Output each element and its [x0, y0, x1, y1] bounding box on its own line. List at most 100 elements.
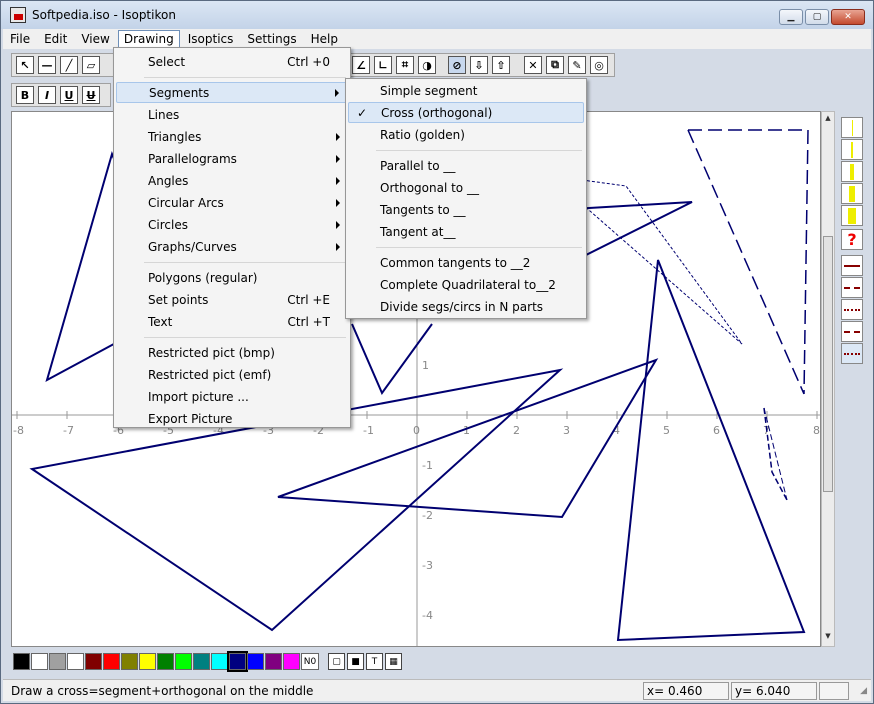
- color-swatch[interactable]: [157, 653, 174, 670]
- menu-item-select[interactable]: Select Ctrl +0: [116, 51, 348, 72]
- menu-item-text[interactable]: Text Ctrl +T: [116, 311, 348, 332]
- menu-item-parallelograms[interactable]: Parallelograms: [116, 148, 348, 169]
- dotted-shape[interactable]: [581, 203, 743, 345]
- menu-item-angles[interactable]: Angles: [116, 170, 348, 191]
- menu-item-label: Triangles: [148, 129, 202, 144]
- line-width-5-icon[interactable]: [841, 205, 863, 226]
- text-frame-icon[interactable]: T: [366, 653, 383, 670]
- maximize-icon[interactable]: ▢: [805, 9, 829, 25]
- menu-view[interactable]: View: [74, 30, 116, 48]
- title-bar[interactable]: Softpedia.iso - Isoptikon ▁ ▢ ✕: [1, 1, 873, 29]
- color-swatch[interactable]: [175, 653, 192, 670]
- dotted-line-icon[interactable]: [841, 299, 863, 320]
- menu-item-tangent-at[interactable]: Tangent at__: [348, 221, 584, 242]
- color-swatch[interactable]: [49, 653, 66, 670]
- menu-item-set-points[interactable]: Set points Ctrl +E: [116, 289, 348, 310]
- resize-grip-icon[interactable]: ◢: [860, 686, 867, 696]
- color-swatch[interactable]: [227, 651, 248, 672]
- menu-item-label: Tangent at__: [380, 224, 456, 239]
- scroll-down-icon[interactable]: ▼: [823, 632, 833, 644]
- move-down-icon[interactable]: ⇩: [470, 56, 488, 74]
- app-icon[interactable]: [10, 7, 26, 23]
- edit-tool-icon[interactable]: ✎: [568, 56, 586, 74]
- color-swatch[interactable]: [13, 653, 30, 670]
- dashed-shape[interactable]: [687, 129, 805, 395]
- picture-frame-icon[interactable]: ▦: [385, 653, 402, 670]
- solid-line-icon[interactable]: [841, 255, 863, 276]
- isoptic-tool-icon[interactable]: ⊘: [448, 56, 466, 74]
- close-icon[interactable]: ✕: [831, 9, 865, 25]
- color-swatch[interactable]: [283, 653, 300, 670]
- menu-item-tangents-to[interactable]: Tangents to __: [348, 199, 584, 220]
- menu-item-restricted-pict-bmp[interactable]: Restricted pict (bmp): [116, 342, 348, 363]
- underline-button[interactable]: U: [60, 86, 78, 104]
- scroll-thumb[interactable]: [823, 236, 833, 492]
- color-swatch[interactable]: [67, 653, 84, 670]
- dash-dot-line-icon[interactable]: [841, 321, 863, 342]
- menu-file[interactable]: File: [3, 30, 37, 48]
- menu-item-simple-segment[interactable]: Simple segment: [348, 80, 584, 101]
- dash-dot-dot-line-icon[interactable]: [841, 343, 863, 364]
- line-tool-icon[interactable]: ╱: [60, 56, 78, 74]
- italic-button[interactable]: I: [38, 86, 56, 104]
- no-color-swatch[interactable]: N0: [301, 653, 319, 670]
- menu-item-orthogonal-to[interactable]: Orthogonal to __: [348, 177, 584, 198]
- color-swatch[interactable]: [31, 653, 48, 670]
- menu-item-parallel-to[interactable]: Parallel to __: [348, 155, 584, 176]
- minimize-icon[interactable]: ▁: [779, 9, 803, 25]
- scroll-up-icon[interactable]: ▲: [823, 114, 833, 126]
- menu-item-divide-segs-circs-in-n-parts[interactable]: Divide segs/circs in N parts: [348, 296, 584, 317]
- menu-item-cross-orthogonal[interactable]: ✓ Cross (orthogonal): [348, 102, 584, 123]
- color-swatch[interactable]: [121, 653, 138, 670]
- circle-tool-icon[interactable]: ◑: [418, 56, 436, 74]
- menu-item-graphs-curves[interactable]: Graphs/Curves: [116, 236, 348, 257]
- menu-item-circles[interactable]: Circles: [116, 214, 348, 235]
- menu-item-complete-quadrilateral-to-2[interactable]: Complete Quadrilateral to__2: [348, 274, 584, 295]
- line-width-4-icon[interactable]: [841, 183, 863, 204]
- strikethrough-button[interactable]: U: [82, 86, 100, 104]
- fill-solid-icon[interactable]: ■: [347, 653, 364, 670]
- color-swatch[interactable]: [103, 653, 120, 670]
- parallelogram-tool-icon[interactable]: ▱: [82, 56, 100, 74]
- vertical-scrollbar[interactable]: ▲ ▼: [821, 111, 835, 647]
- menu-edit[interactable]: Edit: [37, 30, 74, 48]
- color-swatch[interactable]: [139, 653, 156, 670]
- menu-item-restricted-pict-emf[interactable]: Restricted pict (emf): [116, 364, 348, 385]
- angle-tool-2-icon[interactable]: ∟: [374, 56, 392, 74]
- menu-item-lines[interactable]: Lines: [116, 104, 348, 125]
- line-width-1-icon[interactable]: [841, 117, 863, 138]
- dashed-shape[interactable]: [763, 407, 788, 501]
- color-swatch[interactable]: [193, 653, 210, 670]
- line-width-3-icon[interactable]: [841, 161, 863, 182]
- color-swatch[interactable]: [265, 653, 282, 670]
- fill-none-icon[interactable]: ▢: [328, 653, 345, 670]
- menu-item-triangles[interactable]: Triangles: [116, 126, 348, 147]
- menu-help[interactable]: Help: [304, 30, 345, 48]
- menu-item-circular-arcs[interactable]: Circular Arcs: [116, 192, 348, 213]
- pointer-tool-icon[interactable]: ↖: [16, 56, 34, 74]
- bold-button[interactable]: B: [16, 86, 34, 104]
- color-swatch[interactable]: [247, 653, 264, 670]
- horizontal-line-tool-icon[interactable]: —: [38, 56, 56, 74]
- copy-tool-icon[interactable]: ⧉: [546, 56, 564, 74]
- menu-item-import-picture[interactable]: Import picture ...: [116, 386, 348, 407]
- cross-tool-icon[interactable]: ✕: [524, 56, 542, 74]
- grid-tool-icon[interactable]: ⌗: [396, 56, 414, 74]
- help-icon[interactable]: ?: [841, 229, 863, 250]
- move-up-icon[interactable]: ⇧: [492, 56, 510, 74]
- rotate-tool-icon[interactable]: ◎: [590, 56, 608, 74]
- color-swatch[interactable]: [211, 653, 228, 670]
- menu-isoptics[interactable]: Isoptics: [181, 30, 241, 48]
- menu-item-polygons-regular[interactable]: Polygons (regular): [116, 267, 348, 288]
- dashed-line-icon[interactable]: [841, 277, 863, 298]
- segment-shape[interactable]: [351, 323, 433, 396]
- line-width-2-icon[interactable]: [841, 139, 863, 160]
- menu-item-export-picture[interactable]: Export Picture: [116, 408, 348, 429]
- menu-item-segments[interactable]: Segments: [116, 82, 348, 103]
- angle-tool-icon[interactable]: ∠: [352, 56, 370, 74]
- color-swatch[interactable]: [85, 653, 102, 670]
- menu-item-common-tangents-to-2[interactable]: Common tangents to __2: [348, 252, 584, 273]
- menu-settings[interactable]: Settings: [240, 30, 303, 48]
- menu-drawing[interactable]: Drawing: [117, 30, 180, 48]
- menu-item-ratio-golden[interactable]: Ratio (golden): [348, 124, 584, 145]
